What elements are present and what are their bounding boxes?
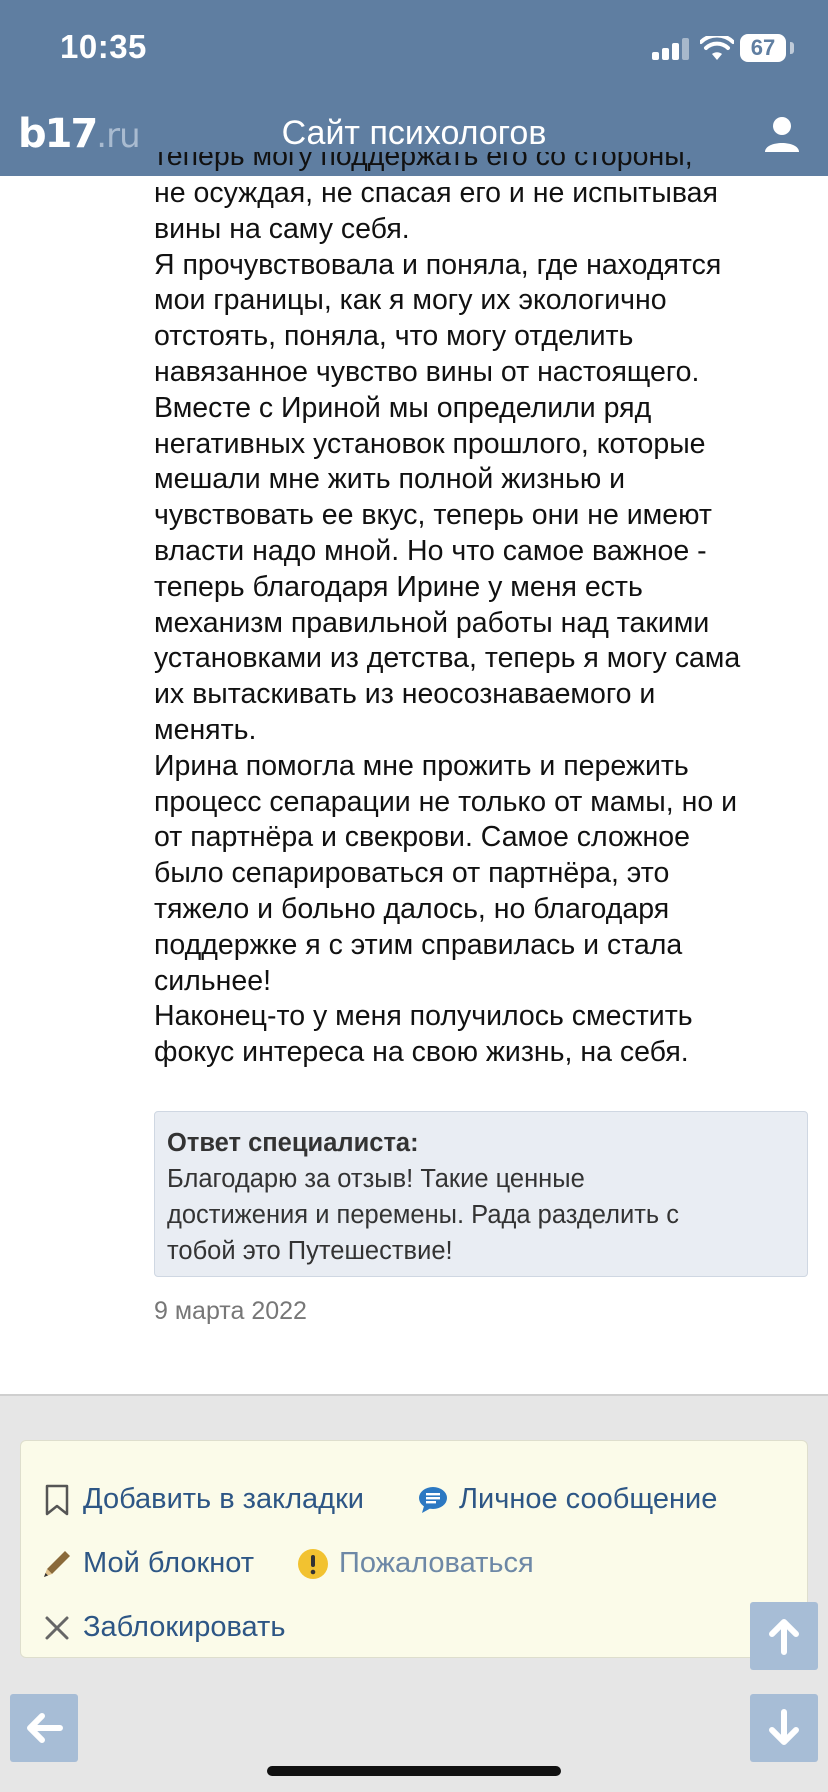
close-icon bbox=[41, 1612, 73, 1644]
battery-tip bbox=[790, 42, 794, 54]
review-line: отстоять, поняла, что могу отделить bbox=[154, 320, 634, 353]
scroll-down-button[interactable] bbox=[750, 1694, 818, 1762]
review-line: навязанное чувство вины от настоящего. bbox=[154, 355, 700, 388]
actions-panel: Добавить в закладки Личное сообщение Мой… bbox=[20, 1440, 808, 1658]
review-cut-line-text: теперь могу поддержать его со стороны, bbox=[154, 152, 693, 172]
review-line: механизм правильной работы над такими bbox=[154, 606, 710, 639]
back-button[interactable] bbox=[10, 1694, 78, 1762]
scroll-up-button[interactable] bbox=[750, 1602, 818, 1670]
review-line: Наконец-то у меня получилось сместить bbox=[154, 1000, 693, 1033]
status-time: 10:35 bbox=[60, 28, 147, 65]
chat-icon bbox=[417, 1484, 449, 1516]
notebook-link[interactable]: Мой блокнот bbox=[41, 1547, 254, 1580]
review-content: не осуждая, не спасая его и не испытывая… bbox=[154, 176, 814, 1071]
app-header: 10:35 67 b17.ru Сайт психологов bbox=[0, 0, 828, 176]
review-line: было сепарироваться от партнёра, это bbox=[154, 857, 670, 890]
user-icon[interactable] bbox=[762, 114, 802, 154]
review-cut-line: теперь могу поддержать его со стороны, bbox=[154, 152, 814, 176]
private-message-link[interactable]: Личное сообщение bbox=[417, 1483, 717, 1516]
review-line: тяжело и больно далось, но благодаря bbox=[154, 892, 670, 925]
block-label: Заблокировать bbox=[83, 1611, 286, 1643]
review-line: теперь благодаря Ирине у меня есть bbox=[154, 570, 643, 603]
notebook-label: Мой блокнот bbox=[83, 1547, 255, 1579]
review-line: поддержке я с этим справилась и стала bbox=[154, 928, 683, 961]
arrow-up-icon bbox=[769, 1619, 799, 1655]
review-line: Я прочувствовала и поняла, где находятся bbox=[154, 248, 722, 281]
review-line: чувствовать ее вкус, теперь они не имеют bbox=[154, 499, 712, 532]
review-line: мешали мне жить полной жизнью и bbox=[154, 463, 626, 496]
specialist-reply: Ответ специалиста: Благодарю за отзыв! Т… bbox=[154, 1111, 808, 1277]
review-line: фокус интереса на свою жизнь, на себя. bbox=[154, 1036, 689, 1069]
battery-icon: 67 bbox=[740, 34, 786, 62]
warning-icon bbox=[297, 1548, 329, 1580]
reply-line: тобой это Путешествие! bbox=[167, 1237, 453, 1265]
arrow-down-icon bbox=[769, 1709, 799, 1745]
page-title: Сайт психологов bbox=[281, 114, 547, 152]
review-line: установками из детства, теперь я могу са… bbox=[154, 642, 741, 675]
review-text: не осуждая, не спасая его и не испытывая… bbox=[154, 176, 814, 1071]
home-indicator bbox=[267, 1766, 561, 1776]
review-line: Ирина помогла мне прожить и пережить bbox=[154, 749, 689, 782]
review-line: их вытаскивать из неосознаваемого и bbox=[154, 678, 656, 711]
reply-title: Ответ специалиста: bbox=[167, 1129, 419, 1157]
review-line: не осуждая, не спасая его и не испытывая bbox=[154, 177, 718, 209]
review-line: вины на саму себя. bbox=[154, 212, 410, 245]
review-line: негативных установок прошлого, которые bbox=[154, 427, 706, 460]
bookmark-link[interactable]: Добавить в закладки bbox=[41, 1483, 364, 1516]
review-line: мои границы, как я могу их экологично bbox=[154, 284, 667, 317]
bookmark-label: Добавить в закладки bbox=[83, 1483, 364, 1515]
wifi-icon bbox=[700, 36, 734, 60]
review-line: менять. bbox=[154, 713, 257, 746]
block-link[interactable]: Заблокировать bbox=[41, 1611, 285, 1644]
report-link[interactable]: Пожаловаться bbox=[297, 1547, 534, 1580]
bookmark-icon bbox=[41, 1484, 73, 1516]
review-line: процесс сепарации не только от мамы, но … bbox=[154, 785, 738, 818]
review-line: сильнее! bbox=[154, 964, 272, 997]
reply-text: Благодарю за отзыв! Такие ценные достижен… bbox=[167, 1161, 795, 1269]
review-line: от партнёра и свекрови. Самое сложное bbox=[154, 821, 690, 854]
signal-icon bbox=[652, 38, 692, 60]
reply-line: достижения и перемены. Рада разделить с bbox=[167, 1201, 680, 1229]
review-line: власти надо мной. Но что самое важное - bbox=[154, 534, 707, 567]
reply-line: Благодарю за отзыв! Такие ценные bbox=[167, 1165, 585, 1193]
review-line: Вместе с Ириной мы определили ряд bbox=[154, 391, 652, 424]
review-date: 9 марта 2022 bbox=[154, 1297, 307, 1325]
arrow-left-icon bbox=[27, 1713, 63, 1743]
private-message-label: Личное сообщение bbox=[459, 1483, 718, 1515]
report-label: Пожаловаться bbox=[339, 1547, 534, 1579]
pencil-icon bbox=[41, 1548, 73, 1580]
